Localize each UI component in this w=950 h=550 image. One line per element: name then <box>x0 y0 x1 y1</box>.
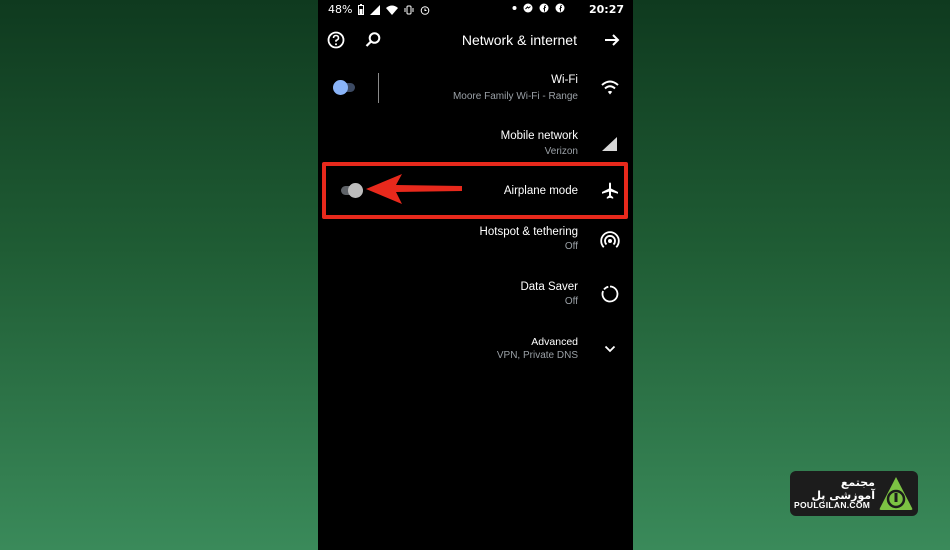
help-icon <box>327 31 345 49</box>
battery-percent: 48% <box>328 3 353 16</box>
logo-name: مجتمع آموزشی پل <box>811 476 875 502</box>
phone-screen: 48% 20:27 Network & internet Wi-Fi Moore… <box>318 0 633 550</box>
setting-advanced[interactable]: Advanced VPN, Private DNS <box>318 330 633 370</box>
setting-title: Hotspot & tethering <box>479 226 578 238</box>
toolbar: Network & internet <box>318 26 633 56</box>
setting-title: Mobile network <box>500 130 578 142</box>
chevron-down-icon <box>599 338 621 360</box>
setting-title: Wi-Fi <box>551 74 578 86</box>
setting-wifi[interactable]: Wi-Fi Moore Family Wi-Fi - Range <box>318 66 633 112</box>
alarm-icon <box>421 5 430 15</box>
data-saver-icon <box>599 283 621 305</box>
wifi-icon <box>386 5 399 15</box>
signal-icon <box>370 4 381 15</box>
facebook-icon <box>555 3 565 13</box>
status-bar: 48% 20:27 <box>318 0 633 22</box>
brand-logo: مجتمع آموزشی پل POULGILAN.COM <box>790 471 918 516</box>
setting-subtitle: Off <box>564 296 578 307</box>
logo-domain: POULGILAN.COM <box>794 500 871 510</box>
wifi-toggle[interactable] <box>331 80 357 95</box>
toggle-divider <box>378 73 379 103</box>
search-button[interactable] <box>362 30 384 52</box>
page-title: Network & internet <box>461 32 577 48</box>
setting-subtitle: Off <box>564 241 578 252</box>
status-left: 48% <box>328 3 430 16</box>
setting-subtitle: VPN, Private DNS <box>496 350 578 361</box>
search-icon <box>365 32 381 47</box>
clock: 20:27 <box>588 3 624 16</box>
logo-badge-icon <box>879 477 913 510</box>
setting-subtitle: Verizon <box>544 146 578 157</box>
hotspot-icon <box>599 229 621 251</box>
red-arrow-icon <box>366 174 462 204</box>
signal-icon <box>599 133 621 155</box>
toggle-knob <box>333 80 348 95</box>
facebook-icon <box>539 3 549 13</box>
setting-data-saver[interactable]: Data Saver Off <box>318 275 633 321</box>
back-button[interactable] <box>601 30 623 52</box>
battery-icon <box>358 4 365 15</box>
dot-icon <box>512 6 517 10</box>
help-button[interactable] <box>325 30 347 52</box>
arrow-back-icon <box>605 34 620 46</box>
setting-title: Data Saver <box>520 281 578 293</box>
messenger-icon <box>523 3 533 13</box>
setting-subtitle: Moore Family Wi-Fi - Range <box>452 91 578 102</box>
vibrate-icon <box>404 5 414 14</box>
wifi-icon <box>599 77 621 99</box>
status-notifications <box>512 3 565 13</box>
setting-hotspot-tethering[interactable]: Hotspot & tethering Off <box>318 219 633 265</box>
setting-title: Advanced <box>531 336 578 348</box>
